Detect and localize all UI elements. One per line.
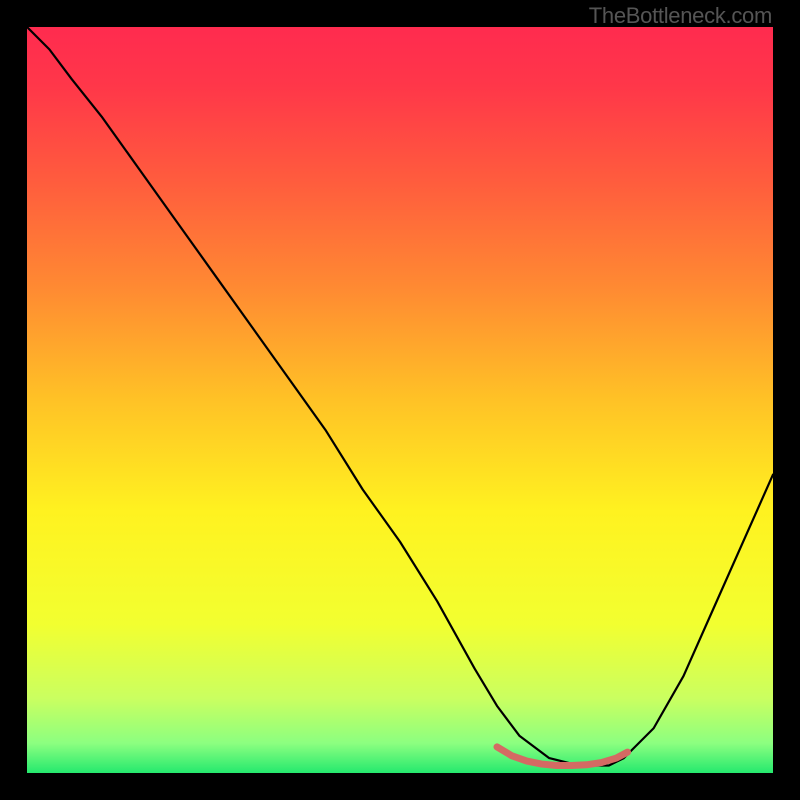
gradient-background <box>27 27 773 773</box>
chart-container: TheBottleneck.com <box>0 0 800 800</box>
watermark-text: TheBottleneck.com <box>589 3 772 29</box>
chart-svg <box>27 27 773 773</box>
plot-area <box>27 27 773 773</box>
